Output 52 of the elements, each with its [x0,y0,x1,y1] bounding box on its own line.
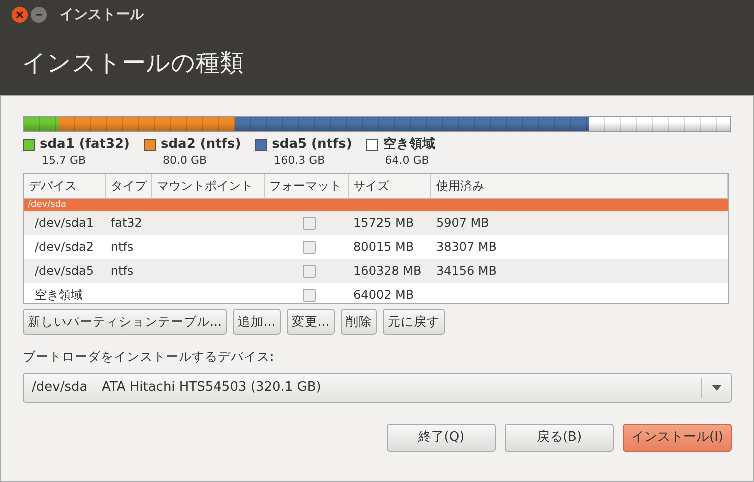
table-cell-text: 34156 MB [436,263,498,280]
table-cell-text: /dev/sda2 [35,239,94,256]
column-header[interactable]: デバイス [24,174,106,198]
table-cell-text: 160328 MB [354,263,422,280]
table-cell-text: 5907 MB [436,215,490,232]
table-cell-text: /dev/sda1 [35,215,94,232]
format-checkbox[interactable] [302,264,316,278]
legend-label: sda5 (ntfs) [272,136,352,154]
table-action-button[interactable]: 新しいパーティションテーブル... [23,309,227,335]
table-cell-text: 38307 MB [436,239,498,256]
table-cell-text: /dev/sda5 [35,263,94,280]
close-icon[interactable] [12,7,28,23]
legend-label: sda2 (ntfs) [161,136,242,154]
table-action-button[interactable]: 追加... [232,309,281,335]
dialog-button[interactable]: インストール(I) [623,424,732,452]
format-checkbox[interactable] [302,216,316,230]
table-cell-text: fat32 [110,215,142,232]
table-cell-text: ntfs [110,239,134,256]
dropdown-arrow-icon [712,384,722,391]
bootloader-label: ブートローダをインストールするデバイス: [23,348,276,366]
window-title: インストール [60,6,144,24]
legend-size: 15.7 GB [42,154,88,167]
column-header[interactable]: サイズ [348,174,432,198]
device-name: /dev/sda [28,200,67,210]
table-cell-text: 80015 MB [354,239,414,256]
dropdown-device: /dev/sda [32,379,89,397]
legend-label: sda1 (fat32) [40,136,130,154]
table-action-button[interactable]: 変更... [286,309,335,335]
minimize-icon[interactable] [31,7,47,23]
table-cell-text: 空き領域 [35,287,83,303]
column-header[interactable]: タイプ [106,174,152,198]
legend-size: 64.0 GB [385,154,430,167]
format-checkbox[interactable] [302,240,316,254]
bootloader-device-dropdown[interactable]: /dev/sda ATA Hitachi HTS54503 (320.1 GB) [23,372,732,403]
table-row[interactable]: /dev/sda5 ntfs 160328 MB 34156 MB [24,259,728,283]
dialog-button[interactable]: 戻る(B) [505,424,614,452]
dialog-button[interactable]: 終了(Q) [387,424,496,452]
column-header[interactable]: マウントポイント [152,174,265,198]
legend-size: 80.0 GB [163,154,208,167]
table-row[interactable]: /dev/sda1 fat32 15725 MB 5907 MB [24,211,728,235]
column-header[interactable]: フォーマット [264,174,349,198]
page-title: インストールの種類 [22,48,244,78]
dropdown-description: ATA Hitachi HTS54503 (320.1 GB) [102,379,322,397]
column-header[interactable]: 使用済み [431,174,728,198]
format-checkbox[interactable] [302,288,316,302]
legend-label: 空き領域 [383,136,436,154]
table-action-button[interactable]: 削除 [340,309,377,335]
table-cell-text: 15725 MB [354,215,414,232]
legend-size: 160.3 GB [274,154,326,167]
table-action-button[interactable]: 元に戻す [382,309,445,335]
table-cell-text: ntfs [110,263,134,280]
table-cell-text: 64002 MB [354,287,414,303]
